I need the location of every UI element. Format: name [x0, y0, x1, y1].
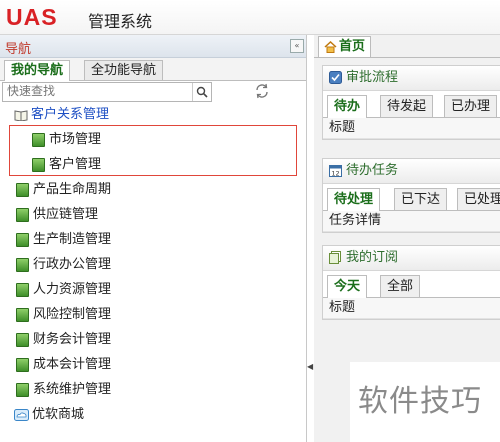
- panel-column-header: 任务详情: [323, 211, 500, 232]
- tab-pending[interactable]: 待办: [327, 95, 368, 118]
- nav-title: 导航: [5, 42, 32, 57]
- checklist-icon: [329, 71, 342, 84]
- quick-search-input[interactable]: [3, 83, 193, 99]
- subscription-icon: [329, 251, 341, 264]
- todo-task-panel: 12 待办任务 待处理 已下达 已处理 任务详情: [322, 158, 500, 233]
- panel-header: 12 待办任务: [323, 159, 500, 184]
- tree-item-supply-chain[interactable]: 供应链管理: [16, 203, 316, 227]
- home-icon: [324, 40, 337, 53]
- panel-header: 我的订阅: [323, 246, 500, 271]
- uas-logo: UAS: [6, 4, 58, 30]
- tab-home-label: 首页: [339, 39, 366, 54]
- panel-header: 审批流程: [323, 66, 500, 91]
- tree-item-label: 财务会计管理: [33, 332, 112, 347]
- tree-item-system-maintenance[interactable]: 系统维护管理: [16, 378, 316, 402]
- subscription-panel: 我的订阅 今天 全部 标题: [322, 245, 500, 320]
- search-icon: [196, 86, 208, 98]
- system-title: 管理系统: [88, 12, 153, 31]
- panel-column-header: 标题: [323, 118, 500, 139]
- tab-to-initiate[interactable]: 待发起: [380, 95, 434, 117]
- tree-item-label: 产品生命周期: [33, 182, 112, 197]
- panel-tabs: 待办 待发起 已办理: [323, 95, 500, 118]
- book-icon: [16, 282, 29, 297]
- navigation-sidebar: 导航 « 我的导航 全功能导航 客户关系管理 市场管理: [0, 35, 307, 442]
- tree-item-crm[interactable]: 客户关系管理: [14, 103, 314, 127]
- tree-item-manufacturing[interactable]: 生产制造管理: [16, 228, 316, 252]
- tree-item-hr[interactable]: 人力资源管理: [16, 278, 316, 302]
- tree-item-cost-accounting[interactable]: 成本会计管理: [16, 353, 316, 377]
- tree-item-financial-accounting[interactable]: 财务会计管理: [16, 328, 316, 352]
- book-icon: [16, 357, 29, 372]
- book-icon: [16, 307, 29, 322]
- tree-item-label: 客户关系管理: [31, 107, 110, 122]
- tree-item-label: 系统维护管理: [33, 382, 112, 397]
- nav-header: 导航 «: [0, 35, 306, 58]
- approval-panel: 审批流程 待办 待发起 已办理 标题: [322, 65, 500, 140]
- panel-title: 审批流程: [346, 70, 399, 85]
- tree-item-label: 成本会计管理: [33, 357, 112, 372]
- tree-item-risk-control[interactable]: 风险控制管理: [16, 303, 316, 327]
- tree-item-label: 优软商城: [32, 407, 85, 422]
- tab-issued[interactable]: 已下达: [394, 188, 448, 210]
- watermark-text: 软件技巧: [350, 362, 500, 442]
- book-icon: [16, 382, 29, 397]
- tree-item-label: 风险控制管理: [33, 307, 112, 322]
- app-header: UAS 管理系统: [0, 0, 500, 35]
- tab-all[interactable]: 全部: [380, 275, 421, 297]
- search-button[interactable]: [192, 83, 211, 101]
- refresh-icon[interactable]: [254, 83, 270, 99]
- highlight-annotation-box: [9, 125, 297, 176]
- quick-search-box: [2, 82, 212, 102]
- book-icon: [16, 232, 29, 247]
- open-book-icon: [14, 109, 28, 121]
- tab-full-navigation[interactable]: 全功能导航: [84, 60, 164, 80]
- tab-handled[interactable]: 已办理: [444, 95, 498, 117]
- panel-column-header: 标题: [323, 298, 500, 319]
- tab-processed[interactable]: 已处理: [457, 188, 500, 210]
- tree-item-label: 供应链管理: [33, 207, 99, 222]
- splitter-collapse-icon[interactable]: ◀: [307, 362, 313, 372]
- tree-item-label: 行政办公管理: [33, 257, 112, 272]
- collapse-sidebar-button[interactable]: «: [290, 39, 304, 53]
- calendar-icon: 12: [329, 165, 342, 178]
- panel-tabs: 待处理 已下达 已处理: [323, 188, 500, 211]
- book-icon: [16, 257, 29, 272]
- tree-item-label: 生产制造管理: [33, 232, 112, 247]
- cloud-icon: [14, 408, 29, 421]
- panel-title: 待办任务: [346, 163, 399, 178]
- panel-tabs: 今天 全部: [323, 275, 500, 298]
- tab-my-navigation[interactable]: 我的导航: [4, 60, 71, 81]
- tree-item-plm[interactable]: 产品生命周期: [16, 178, 316, 202]
- svg-text:12: 12: [331, 170, 339, 178]
- tab-divider: [314, 57, 500, 58]
- tree-item-admin-office[interactable]: 行政办公管理: [16, 253, 316, 277]
- book-icon: [16, 207, 29, 222]
- nav-tabs: 我的导航 全功能导航: [0, 58, 306, 81]
- tab-today[interactable]: 今天: [327, 275, 368, 298]
- book-icon: [16, 182, 29, 197]
- tab-home[interactable]: 首页: [318, 36, 372, 57]
- panel-title: 我的订阅: [346, 250, 399, 265]
- book-icon: [16, 332, 29, 347]
- tree-item-mall[interactable]: 优软商城: [14, 403, 314, 427]
- tree-item-label: 人力资源管理: [33, 282, 112, 297]
- tab-to-process[interactable]: 待处理: [327, 188, 381, 211]
